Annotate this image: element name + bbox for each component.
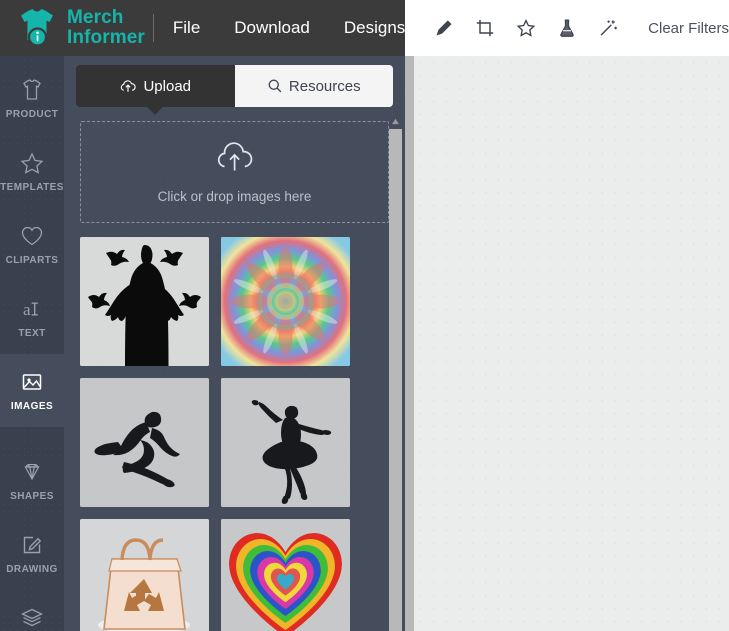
thumb-ballerina-silhouette[interactable] <box>221 378 350 507</box>
clear-filters-button[interactable]: Clear Filters <box>648 20 729 37</box>
brand-name: Merch Informer <box>67 8 145 48</box>
star-icon <box>19 151 45 175</box>
layers-icon <box>19 606 45 630</box>
flask-icon[interactable] <box>556 15 578 41</box>
tab-resources-label: Resources <box>288 77 361 95</box>
thumb-angel-birds-silhouette[interactable] <box>80 237 209 366</box>
rail-group-lower: SHAPES DRAWING <box>0 438 64 631</box>
thumb-tiedye-heart[interactable] <box>221 519 350 631</box>
tshirt-info-logo-icon <box>14 6 60 50</box>
tshirt-icon <box>19 78 45 102</box>
page-scrollbar[interactable] <box>405 56 414 631</box>
rail-item-cliparts[interactable]: CLIPARTS <box>0 208 64 281</box>
rail-label-text: TEXT <box>18 327 46 339</box>
brand-line-1: Merch <box>67 7 124 28</box>
crop-icon[interactable] <box>474 15 496 41</box>
edit-pencil-icon[interactable] <box>433 15 455 41</box>
cloud-upload-icon <box>213 140 257 179</box>
left-rail: PRODUCT TEMPLATES CLIPARTS a TEXT IMAGES… <box>0 56 64 631</box>
rail-item-product[interactable]: PRODUCT <box>0 62 64 135</box>
rail-group-upper: PRODUCT TEMPLATES CLIPARTS a TEXT IMAGES <box>0 56 64 435</box>
rail-item-images[interactable]: IMAGES <box>0 354 64 427</box>
rail-label-cliparts: CLIPARTS <box>5 254 59 266</box>
cloud-upload-icon <box>119 79 137 94</box>
panel-scrollbar-thumb[interactable] <box>389 129 402 631</box>
search-icon <box>267 78 283 94</box>
star-icon[interactable] <box>515 15 537 41</box>
svg-text:a: a <box>23 300 31 319</box>
rail-label-images: IMAGES <box>10 400 54 412</box>
images-panel: Upload Resources Click or drop images he… <box>64 56 405 631</box>
rail-item-text[interactable]: a TEXT <box>0 281 64 354</box>
rail-item-layers[interactable]: LAYERS <box>0 590 64 631</box>
thumb-recycle-paper-bag[interactable] <box>80 519 209 631</box>
dropzone-label: Click or drop images here <box>157 189 312 204</box>
rail-label-shapes: SHAPES <box>10 490 54 502</box>
header-divider-1 <box>152 14 154 42</box>
rail-item-templates[interactable]: TEMPLATES <box>0 135 64 208</box>
rail-label-product: PRODUCT <box>5 108 59 120</box>
magic-wand-icon[interactable] <box>597 15 619 41</box>
rail-item-drawing[interactable]: DRAWING <box>0 517 64 590</box>
filter-toolbar: Clear Filters <box>405 0 729 56</box>
text-icon: a <box>19 297 45 321</box>
brand-line-2: Informer <box>67 27 145 48</box>
thumb-tiedye-mandala[interactable] <box>221 237 350 366</box>
panel-tabs: Upload Resources <box>76 65 393 115</box>
rail-item-shapes[interactable]: SHAPES <box>0 444 64 517</box>
heart-icon <box>19 224 45 248</box>
image-thumbnail-grid <box>80 237 389 631</box>
diamond-icon <box>19 460 45 484</box>
tab-resources[interactable]: Resources <box>234 65 393 107</box>
rail-label-templates: TEMPLATES <box>0 181 64 193</box>
rail-label-drawing: DRAWING <box>6 563 58 575</box>
menu-download[interactable]: Download <box>217 0 327 56</box>
image-icon <box>19 370 45 394</box>
menu-file[interactable]: File <box>156 0 217 56</box>
panel-scrollbar[interactable] <box>389 115 402 631</box>
upload-dropzone[interactable]: Click or drop images here <box>80 121 389 223</box>
editor-right-area: Clear Filters <box>405 0 729 631</box>
pencil-square-icon <box>19 533 45 557</box>
tab-upload[interactable]: Upload <box>76 65 235 115</box>
thumb-dancer-kneeling-silhouette[interactable] <box>80 378 209 507</box>
brand-logo-group[interactable]: Merch Informer <box>0 0 151 56</box>
tab-upload-label: Upload <box>143 77 192 95</box>
page-scrollbar-thumb[interactable] <box>405 56 414 631</box>
scroll-up-arrow-icon[interactable] <box>389 115 402 128</box>
design-canvas[interactable] <box>414 56 729 631</box>
app-root: Merch Informer File Download Designs Pla… <box>0 0 729 631</box>
tab-active-caret <box>146 106 165 115</box>
